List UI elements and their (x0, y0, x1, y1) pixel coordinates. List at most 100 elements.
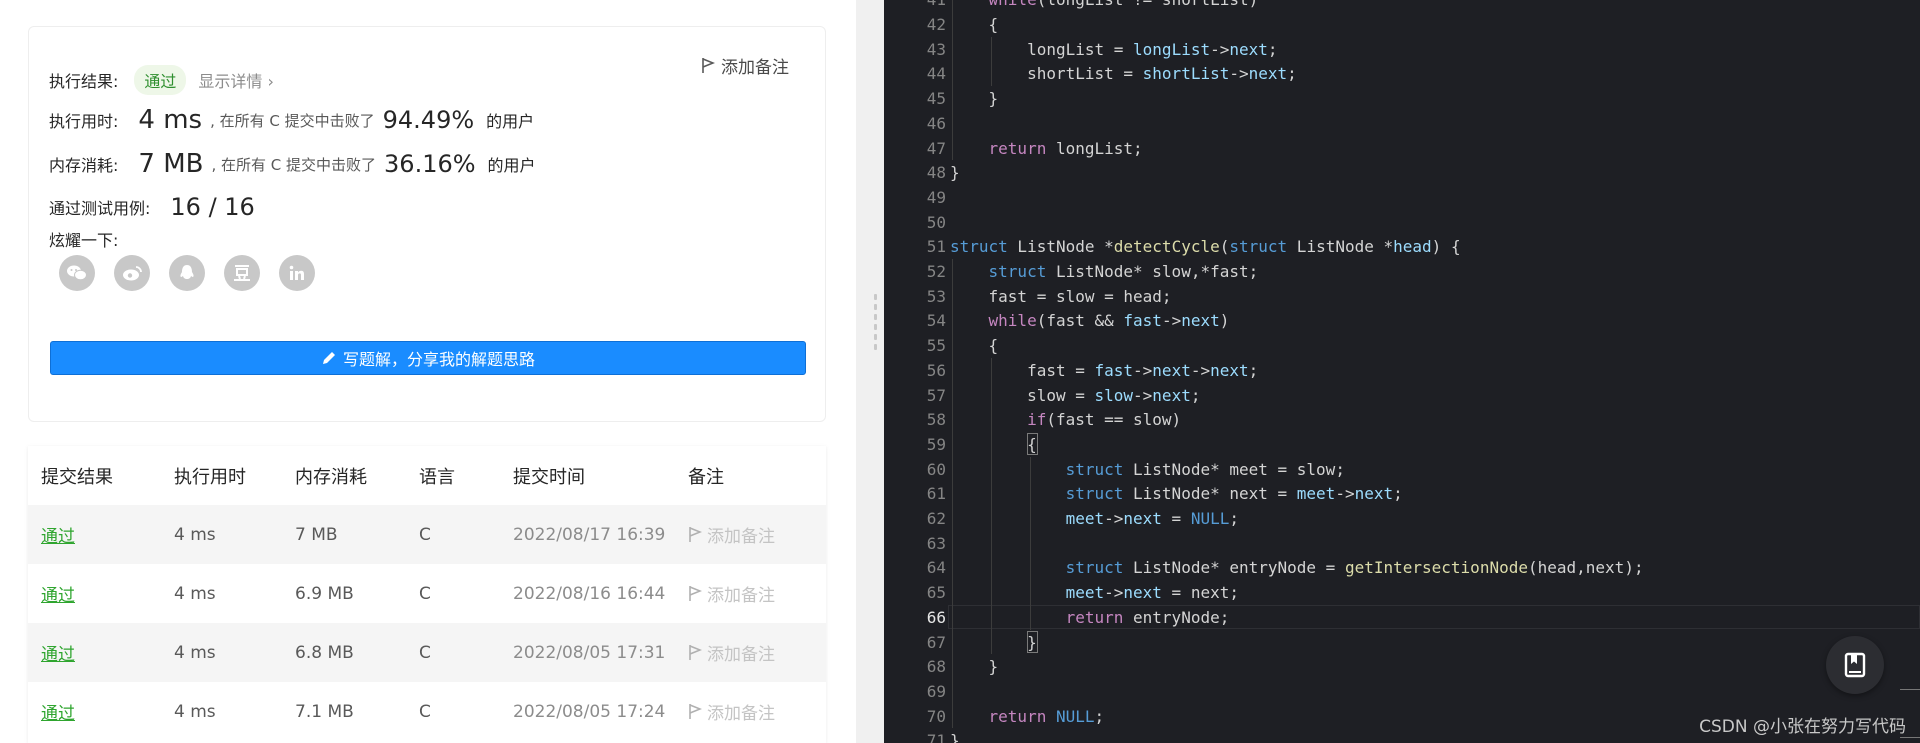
line-number: 58 (926, 410, 946, 430)
bracket-match-highlight (1026, 630, 1038, 653)
code-editor[interactable]: 41 while(longList != shortList)42 {43 lo… (884, 0, 1920, 743)
code-line[interactable]: 64 struct ListNode* entryNode = getInter… (884, 556, 1920, 581)
linkedin-icon[interactable] (279, 255, 315, 291)
code-line[interactable]: 63 (884, 531, 1920, 556)
row-language: C (419, 524, 431, 545)
add-note-button[interactable]: 添加备注 (701, 53, 789, 78)
code-text: } (950, 657, 999, 677)
code-line[interactable]: 51 struct ListNode *detectCycle(struct Li… (884, 235, 1920, 260)
douban-icon[interactable] (224, 255, 260, 291)
line-number: 52 (926, 262, 946, 282)
table-row[interactable]: 通过 4 ms 7.1 MB C 2022/08/05 17:24 添加备注 (28, 682, 826, 741)
show-details-link[interactable]: 显示详情 › (198, 68, 274, 92)
code-line[interactable]: 55 { (884, 333, 1920, 358)
indent-guide (1029, 456, 1031, 630)
code-text: while(longList != shortList) (950, 0, 1259, 9)
code-text: longList = longList->next; (950, 39, 1278, 59)
code-line[interactable]: 58 if(fast == slow) (884, 407, 1920, 432)
code-line[interactable]: 50 (884, 210, 1920, 235)
code-line[interactable]: 66 return entryNode; (884, 605, 1920, 630)
code-line[interactable]: 44 shortList = shortList->next; (884, 62, 1920, 87)
row-add-note-button[interactable]: 添加备注 (688, 522, 775, 547)
flag-icon (689, 527, 702, 542)
row-status-link[interactable]: 通过 (41, 522, 75, 547)
code-text: meet->next = next; (1065, 583, 1239, 603)
code-line[interactable]: 46 (884, 111, 1920, 136)
code-line[interactable]: 62 meet->next = NULL; (884, 506, 1920, 531)
line-number: 65 (926, 583, 946, 603)
code-line[interactable]: 57 slow = slow->next; (884, 383, 1920, 408)
code-line[interactable]: 65 meet->next = next; (884, 580, 1920, 605)
code-line[interactable]: 53 fast = slow = head; (884, 284, 1920, 309)
code-text: struct ListNode *detectCycle(struct List… (950, 237, 1461, 257)
share-label: 炫耀一下: (49, 231, 119, 250)
line-number: 68 (926, 657, 946, 677)
code-line[interactable]: 68 } (884, 654, 1920, 679)
header-language: 语言 (419, 466, 455, 488)
wechat-icon[interactable] (59, 255, 95, 291)
row-status-link[interactable]: 通过 (41, 581, 75, 606)
code-line[interactable]: 59 { (884, 432, 1920, 457)
row-language: C (419, 701, 431, 722)
notes-fab-button[interactable] (1826, 636, 1884, 694)
row-add-note-button[interactable]: 添加备注 (688, 640, 775, 665)
table-row[interactable]: 通过 4 ms 6.9 MB C 2022/08/16 16:44 添加备注 (28, 564, 826, 623)
line-number: 47 (926, 138, 946, 158)
qq-icon[interactable] (169, 255, 205, 291)
row-status-link[interactable]: 通过 (41, 640, 75, 665)
panel-resize-handle[interactable] (856, 0, 884, 743)
result-status-badge: 通过 (134, 65, 187, 95)
code-line[interactable]: 56 fast = fast->next->next; (884, 358, 1920, 383)
add-note-label: 添加备注 (721, 58, 789, 78)
code-line[interactable]: 60 struct ListNode* meet = slow; (884, 457, 1920, 482)
indent-guide (990, 36, 992, 87)
code-text: } (950, 731, 960, 743)
code-line[interactable]: 49 (884, 185, 1920, 210)
code-line[interactable]: 42 { (884, 12, 1920, 37)
line-number: 41 (904, 0, 946, 9)
code-line[interactable]: 47 return longList; (884, 136, 1920, 161)
runtime-row: 执行用时: 4 ms , 在所有 C 提交中击败了 94.49% 的用户 (49, 105, 534, 135)
code-text: return NULL; (988, 706, 1105, 726)
row-submit-time: 2022/08/05 17:24 (513, 701, 666, 722)
write-solution-label: 写题解，分享我的解题思路 (342, 350, 535, 369)
row-runtime: 4 ms (174, 524, 216, 545)
share-icons (59, 255, 315, 291)
code-text: struct ListNode* meet = slow; (1065, 459, 1345, 479)
line-number: 71 (926, 731, 946, 743)
row-language: C (419, 583, 431, 604)
code-line[interactable]: 61 struct ListNode* next = meet->next; (884, 482, 1920, 507)
memory-label: 内存消耗: (49, 156, 119, 175)
code-line[interactable]: 67 } (884, 630, 1920, 655)
line-number: 57 (926, 385, 946, 405)
table-row[interactable]: 通过 4 ms 7 MB C 2022/08/17 16:39 添加备注 (28, 505, 826, 564)
pencil-icon (322, 352, 335, 364)
code-line[interactable]: 48} (884, 160, 1920, 185)
code-line[interactable]: 43 longList = longList->next; (884, 37, 1920, 62)
row-add-note-button[interactable]: 添加备注 (688, 699, 775, 724)
table-row[interactable]: 通过 4 ms 6.8 MB C 2022/08/05 17:31 添加备注 (28, 623, 826, 682)
row-add-note-button[interactable]: 添加备注 (688, 581, 775, 606)
weibo-icon[interactable] (114, 255, 150, 291)
write-solution-button[interactable]: 写题解，分享我的解题思路 (50, 341, 806, 375)
memory-beat-text: , 在所有 C 提交中击败了 (211, 155, 377, 174)
line-number: 63 (926, 533, 946, 553)
code-line[interactable]: 69 (884, 679, 1920, 704)
line-number: 42 (926, 15, 946, 35)
header-note: 备注 (688, 466, 724, 488)
row-runtime: 4 ms (174, 642, 216, 663)
result-label: 执行结果: (49, 72, 119, 91)
line-number: 56 (926, 360, 946, 380)
line-number: 66 (926, 607, 946, 627)
code-line[interactable]: 41 while(longList != shortList) (884, 0, 1920, 12)
table-header: 提交结果 执行用时 内存消耗 语言 提交时间 备注 (28, 446, 826, 505)
code-line[interactable]: 52 struct ListNode* slow,*fast; (884, 259, 1920, 284)
code-text: } (950, 163, 960, 183)
code-line[interactable]: 54 while(fast && fast->next) (884, 309, 1920, 334)
code-text: if(fast == slow) (1027, 410, 1182, 430)
row-memory: 7 MB (295, 524, 338, 545)
row-submit-time: 2022/08/17 16:39 (513, 524, 666, 545)
code-line[interactable]: 45 } (884, 86, 1920, 111)
row-status-link[interactable]: 通过 (41, 699, 75, 724)
row-memory: 6.9 MB (295, 583, 354, 604)
